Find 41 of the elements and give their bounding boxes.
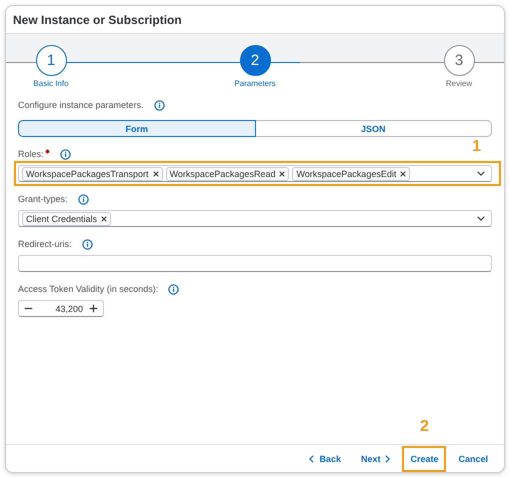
close-icon[interactable]: [400, 170, 406, 176]
info-icon[interactable]: [78, 194, 89, 204]
info-icon[interactable]: [154, 100, 165, 110]
dialog-title: New Instance or Subscription: [13, 12, 182, 26]
step-input-field[interactable]: 43,200: [18, 300, 104, 317]
chevron-right-icon: [385, 454, 390, 462]
footer-button[interactable]: Create: [404, 448, 444, 470]
input-field[interactable]: [18, 255, 492, 272]
token[interactable]: WorkspacePackagesTransport: [22, 166, 163, 180]
step-label: Review: [446, 79, 472, 88]
plus-icon[interactable]: [89, 304, 98, 313]
chevron-left-icon: [309, 454, 314, 462]
close-icon[interactable]: [152, 170, 159, 176]
info-icon[interactable]: [60, 148, 71, 160]
step-label: Parameters: [234, 79, 276, 88]
footer-button[interactable]: Back: [303, 448, 347, 470]
token[interactable]: Client Credentials: [22, 212, 112, 226]
input-value: 43,200: [54, 304, 84, 314]
step-label: Basic Info: [33, 79, 69, 88]
info-icon[interactable]: [82, 238, 93, 250]
token[interactable]: WorkspacePackagesEdit: [292, 166, 410, 180]
chevron-down-icon[interactable]: [477, 216, 485, 221]
required-icon: [44, 149, 50, 154]
mode-tab[interactable]: Form: [18, 120, 256, 137]
chevron-down-icon[interactable]: [477, 171, 485, 176]
field-label: Roles:: [18, 149, 44, 159]
multi-combo-field[interactable]: Client Credentials: [18, 210, 492, 227]
info-icon[interactable]: [168, 284, 180, 294]
callout-number: 1: [472, 139, 481, 155]
field-label: Redirect-uris:: [18, 239, 72, 249]
callout-number: 2: [420, 418, 429, 436]
close-icon[interactable]: [279, 170, 286, 176]
intro-text: Configure instance parameters.: [18, 100, 144, 110]
footer-button[interactable]: Next: [354, 448, 396, 470]
close-icon[interactable]: [101, 216, 108, 222]
token[interactable]: WorkspacePackagesRead: [166, 166, 290, 180]
multi-combo-field[interactable]: WorkspacePackagesTransport WorkspacePackagesRead WorkspacePackagesEdit: [18, 165, 492, 182]
field-label: Grant-types:: [18, 194, 68, 204]
footer-button[interactable]: Cancel: [452, 448, 494, 470]
mode-tab[interactable]: JSON: [256, 120, 492, 137]
field-label: Access Token Validity (in seconds):: [18, 284, 158, 294]
